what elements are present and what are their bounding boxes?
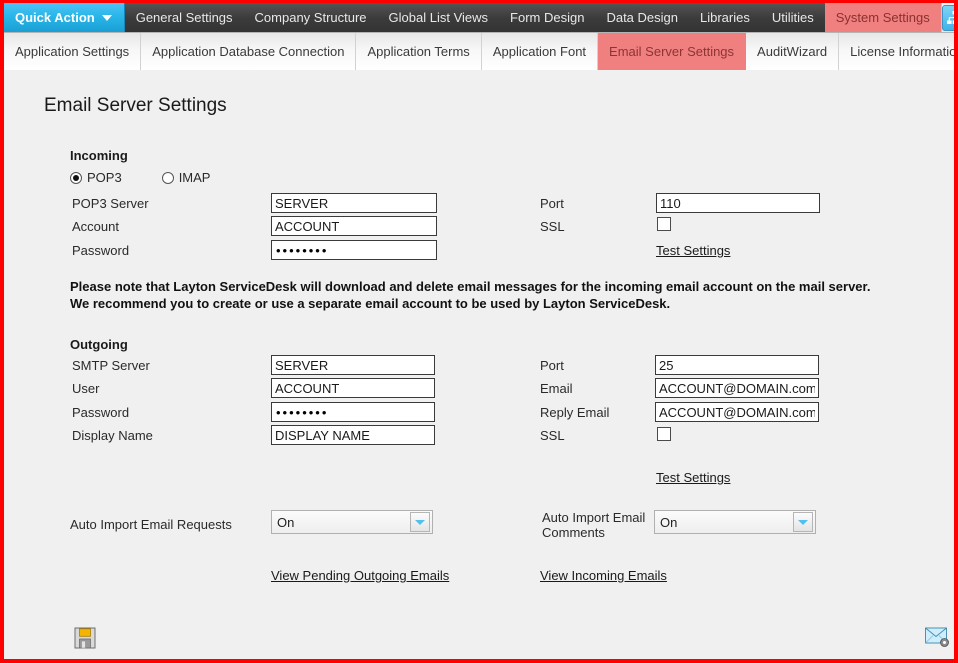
reply-email-label: Reply Email bbox=[540, 405, 610, 420]
auto-import-comments-value: On bbox=[660, 514, 678, 530]
menu-item-label: Libraries bbox=[700, 10, 750, 25]
incoming-ssl-label: SSL bbox=[540, 219, 565, 234]
incoming-account-input[interactable] bbox=[271, 216, 437, 236]
radio-imap-label: IMAP bbox=[178, 170, 211, 185]
menu-item-form-design[interactable]: Form Design bbox=[499, 3, 595, 32]
incoming-port-input[interactable] bbox=[656, 193, 820, 213]
incoming-test-settings-link[interactable]: Test Settings bbox=[656, 243, 730, 258]
display-name-label: Display Name bbox=[72, 428, 153, 443]
view-incoming-emails-link[interactable]: View Incoming Emails bbox=[540, 568, 667, 583]
outgoing-section-heading: Outgoing bbox=[70, 337, 128, 352]
menu-item-data-design[interactable]: Data Design bbox=[595, 3, 689, 32]
radio-pop3-indicator bbox=[70, 171, 82, 184]
page-title: Email Server Settings bbox=[44, 95, 227, 116]
radio-pop3[interactable]: POP3 bbox=[70, 170, 122, 185]
menu-item-label: Data Design bbox=[606, 10, 678, 25]
incoming-protocol-radio-group: POP3 IMAP bbox=[70, 170, 210, 185]
incoming-password-input[interactable]: •••••••• bbox=[271, 240, 437, 260]
radio-imap[interactable]: IMAP bbox=[161, 170, 211, 185]
incoming-section-heading: Incoming bbox=[70, 148, 128, 163]
quick-action-label: Quick Action bbox=[15, 10, 95, 25]
application-window: Quick Action General Settings Company St… bbox=[0, 0, 958, 663]
outgoing-user-label: User bbox=[72, 381, 100, 396]
outgoing-password-input[interactable]: •••••••• bbox=[271, 402, 435, 422]
pop3-server-input[interactable] bbox=[271, 193, 437, 213]
outgoing-ssl-checkbox[interactable] bbox=[657, 427, 671, 441]
auto-import-requests-label: Auto Import Email Requests bbox=[70, 517, 232, 532]
auto-import-comments-dropdown[interactable]: On bbox=[654, 510, 816, 534]
tab-label: Application Font bbox=[492, 44, 587, 59]
tab-label: Email Server Settings bbox=[609, 44, 735, 59]
note-line-1: Please note that Layton ServiceDesk will… bbox=[70, 279, 871, 294]
tab-email-server-settings[interactable]: Email Server Settings bbox=[598, 33, 747, 70]
reply-email-input[interactable] bbox=[655, 402, 819, 422]
menu-item-label: Global List Views bbox=[388, 10, 489, 25]
save-floppy-icon bbox=[74, 627, 96, 649]
auto-import-comments-label-line1: Auto Import Email bbox=[542, 510, 646, 525]
email-settings-button[interactable] bbox=[924, 625, 952, 649]
pop3-server-label: POP3 Server bbox=[72, 196, 149, 211]
tab-application-settings[interactable]: Application Settings bbox=[4, 33, 142, 70]
menu-item-libraries[interactable]: Libraries bbox=[689, 3, 761, 32]
outgoing-test-settings-link[interactable]: Test Settings bbox=[656, 470, 730, 485]
menu-item-label: General Settings bbox=[135, 10, 233, 25]
main-menu-bar: Quick Action General Settings Company St… bbox=[4, 3, 954, 32]
email-settings-icon bbox=[925, 627, 949, 647]
menu-item-label: Company Structure bbox=[254, 10, 367, 25]
view-pending-outgoing-emails-link[interactable]: View Pending Outgoing Emails bbox=[271, 568, 449, 583]
settings-tab-bar: Application Settings Application Databas… bbox=[4, 32, 954, 70]
incoming-port-label: Port bbox=[540, 196, 564, 211]
tab-application-font[interactable]: Application Font bbox=[482, 33, 599, 70]
tab-application-database-connection[interactable]: Application Database Connection bbox=[141, 33, 357, 70]
tab-label: License Information bbox=[850, 44, 954, 59]
settings-content-panel: Email Server Settings Incoming POP3 IMAP… bbox=[4, 70, 954, 659]
org-chart-button[interactable] bbox=[940, 3, 954, 32]
outgoing-email-label: Email bbox=[540, 381, 573, 396]
tab-license-information[interactable]: License Information bbox=[839, 33, 954, 70]
menu-item-general-settings[interactable]: General Settings bbox=[125, 3, 244, 32]
smtp-server-input[interactable] bbox=[271, 355, 435, 375]
auto-import-comments-label-line2: Comments bbox=[542, 525, 605, 540]
menu-item-company-structure[interactable]: Company Structure bbox=[244, 3, 378, 32]
tab-label: AuditWizard bbox=[757, 44, 828, 59]
quick-action-button[interactable]: Quick Action bbox=[4, 3, 125, 32]
menu-item-system-settings[interactable]: System Settings bbox=[824, 3, 941, 32]
auto-import-comments-label: Auto Import Email Comments bbox=[542, 510, 645, 540]
tab-auditwizard[interactable]: AuditWizard bbox=[746, 33, 840, 70]
menu-item-label: System Settings bbox=[835, 10, 930, 25]
chevron-down-icon bbox=[101, 14, 112, 21]
auto-import-requests-dropdown[interactable]: On bbox=[271, 510, 433, 534]
dropdown-toggle-button[interactable] bbox=[793, 512, 813, 532]
chevron-down-icon bbox=[415, 519, 425, 525]
tab-application-terms[interactable]: Application Terms bbox=[356, 33, 482, 70]
dropdown-toggle-button[interactable] bbox=[410, 512, 430, 532]
outgoing-ssl-label: SSL bbox=[540, 428, 565, 443]
display-name-input[interactable] bbox=[271, 425, 435, 445]
outgoing-user-input[interactable] bbox=[271, 378, 435, 398]
auto-import-requests-value: On bbox=[277, 514, 295, 530]
incoming-ssl-checkbox[interactable] bbox=[657, 217, 671, 231]
note-line-2: We recommend you to create or use a sepa… bbox=[70, 296, 671, 311]
outgoing-password-label: Password bbox=[72, 405, 130, 420]
save-button[interactable] bbox=[72, 625, 98, 651]
radio-imap-indicator bbox=[161, 171, 174, 184]
chevron-down-icon bbox=[798, 519, 808, 525]
menu-item-utilities[interactable]: Utilities bbox=[761, 3, 825, 32]
incoming-account-label: Account bbox=[72, 219, 119, 234]
mail-server-note: Please note that Layton ServiceDesk will… bbox=[70, 278, 900, 312]
outgoing-email-input[interactable] bbox=[655, 378, 819, 398]
smtp-server-label: SMTP Server bbox=[72, 358, 150, 373]
menu-item-global-list-views[interactable]: Global List Views bbox=[378, 3, 499, 32]
menu-item-label: Utilities bbox=[771, 10, 814, 25]
radio-pop3-label: POP3 bbox=[87, 170, 122, 185]
outgoing-port-label: Port bbox=[540, 358, 564, 373]
tab-label: Application Terms bbox=[367, 44, 470, 59]
tab-label: Application Database Connection bbox=[152, 44, 345, 59]
menu-item-label: Form Design bbox=[510, 10, 585, 25]
tab-label: Application Settings bbox=[15, 44, 130, 59]
outgoing-port-input[interactable] bbox=[655, 355, 819, 375]
incoming-password-label: Password bbox=[72, 243, 130, 258]
org-chart-icon bbox=[941, 4, 954, 31]
